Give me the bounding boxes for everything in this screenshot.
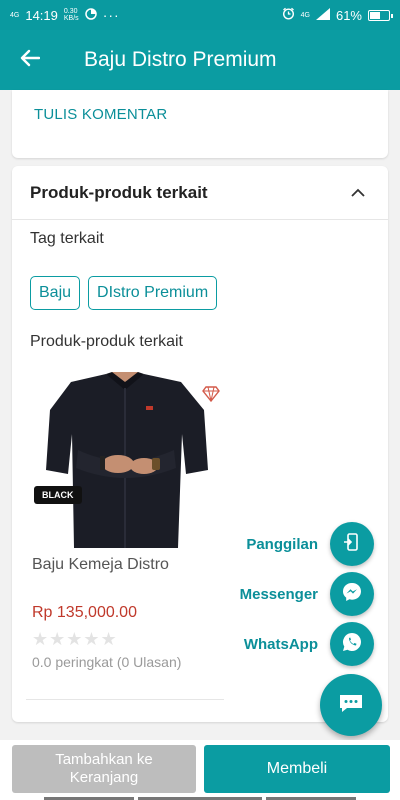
related-products-header[interactable]: Produk-produk terkait	[12, 166, 388, 220]
tag-chip[interactable]: DIstro Premium	[88, 276, 218, 310]
whatsapp-button[interactable]	[330, 622, 374, 666]
messenger-action[interactable]: Messenger	[240, 572, 374, 616]
divider	[26, 699, 224, 700]
whatsapp-action[interactable]: WhatsApp	[244, 622, 374, 666]
alarm-icon	[282, 7, 295, 23]
call-action[interactable]: Panggilan	[246, 522, 374, 566]
rating-stars: ★★★★★	[32, 629, 118, 649]
messenger-icon	[341, 581, 363, 608]
status-bar: 4G 14:19 0.30 KB/s ··· 4G 61%	[0, 0, 400, 30]
write-comment-link[interactable]: TULIS KOMENTAR	[34, 106, 167, 123]
network-speed-value: 0.30	[63, 8, 78, 15]
product-name[interactable]: Baju Kemeja Distro	[32, 556, 169, 574]
battery-percent: 61%	[335, 7, 362, 23]
buy-button[interactable]: Membeli	[204, 745, 390, 793]
chat-icon	[338, 692, 364, 719]
battery-icon	[368, 9, 393, 21]
tag-list: Baju DIstro Premium	[30, 276, 218, 310]
network-indicator-right: 4G	[300, 11, 310, 19]
tag-chip[interactable]: Baju	[30, 276, 81, 310]
signal-icon	[315, 7, 330, 23]
app-bar: Baju Distro Premium	[0, 30, 400, 90]
color-badge: BLACK	[34, 486, 82, 504]
whatsapp-icon	[341, 631, 363, 658]
network-speed: 0.30 KB/s	[64, 8, 79, 22]
add-to-cart-button[interactable]: Tambahkan ke Keranjang	[12, 745, 196, 793]
diamond-icon	[202, 386, 220, 407]
related-products-label: Produk-produk terkait	[30, 333, 183, 350]
phone-icon	[342, 532, 362, 557]
network-speed-unit: KB/s	[63, 15, 79, 22]
chat-fab-button[interactable]	[320, 674, 382, 736]
related-products-header-title: Produk-produk terkait	[30, 182, 208, 202]
page-title: Baju Distro Premium	[84, 48, 277, 71]
battery-fill	[370, 11, 380, 19]
call-button[interactable]	[330, 522, 374, 566]
related-tags-label: Tag terkait	[30, 230, 104, 247]
whatsapp-label: WhatsApp	[243, 635, 318, 653]
sync-icon	[84, 7, 97, 23]
call-label: Panggilan	[246, 535, 318, 553]
product-image[interactable]: BLACK	[26, 372, 226, 548]
product-price: Rp 135,000.00	[32, 604, 137, 621]
messenger-label: Messenger	[239, 585, 318, 603]
chevron-up-icon[interactable]	[346, 181, 370, 205]
status-left: 4G 14:19 0.30 KB/s ···	[10, 7, 120, 23]
bottom-action-bar: Tambahkan ke Keranjang Membeli	[0, 740, 400, 800]
status-time: 14:19	[25, 7, 58, 23]
more-notifications-icon: ···	[102, 7, 120, 23]
arrow-left-icon	[20, 46, 41, 74]
comment-card: TULIS KOMENTAR	[12, 90, 388, 158]
back-button[interactable]	[0, 30, 60, 90]
messenger-button[interactable]	[330, 572, 374, 616]
network-indicator-left: 4G	[10, 11, 20, 19]
rating-summary: 0.0 peringkat (0 Ulasan)	[32, 654, 182, 670]
status-right: 4G 61%	[282, 7, 393, 23]
